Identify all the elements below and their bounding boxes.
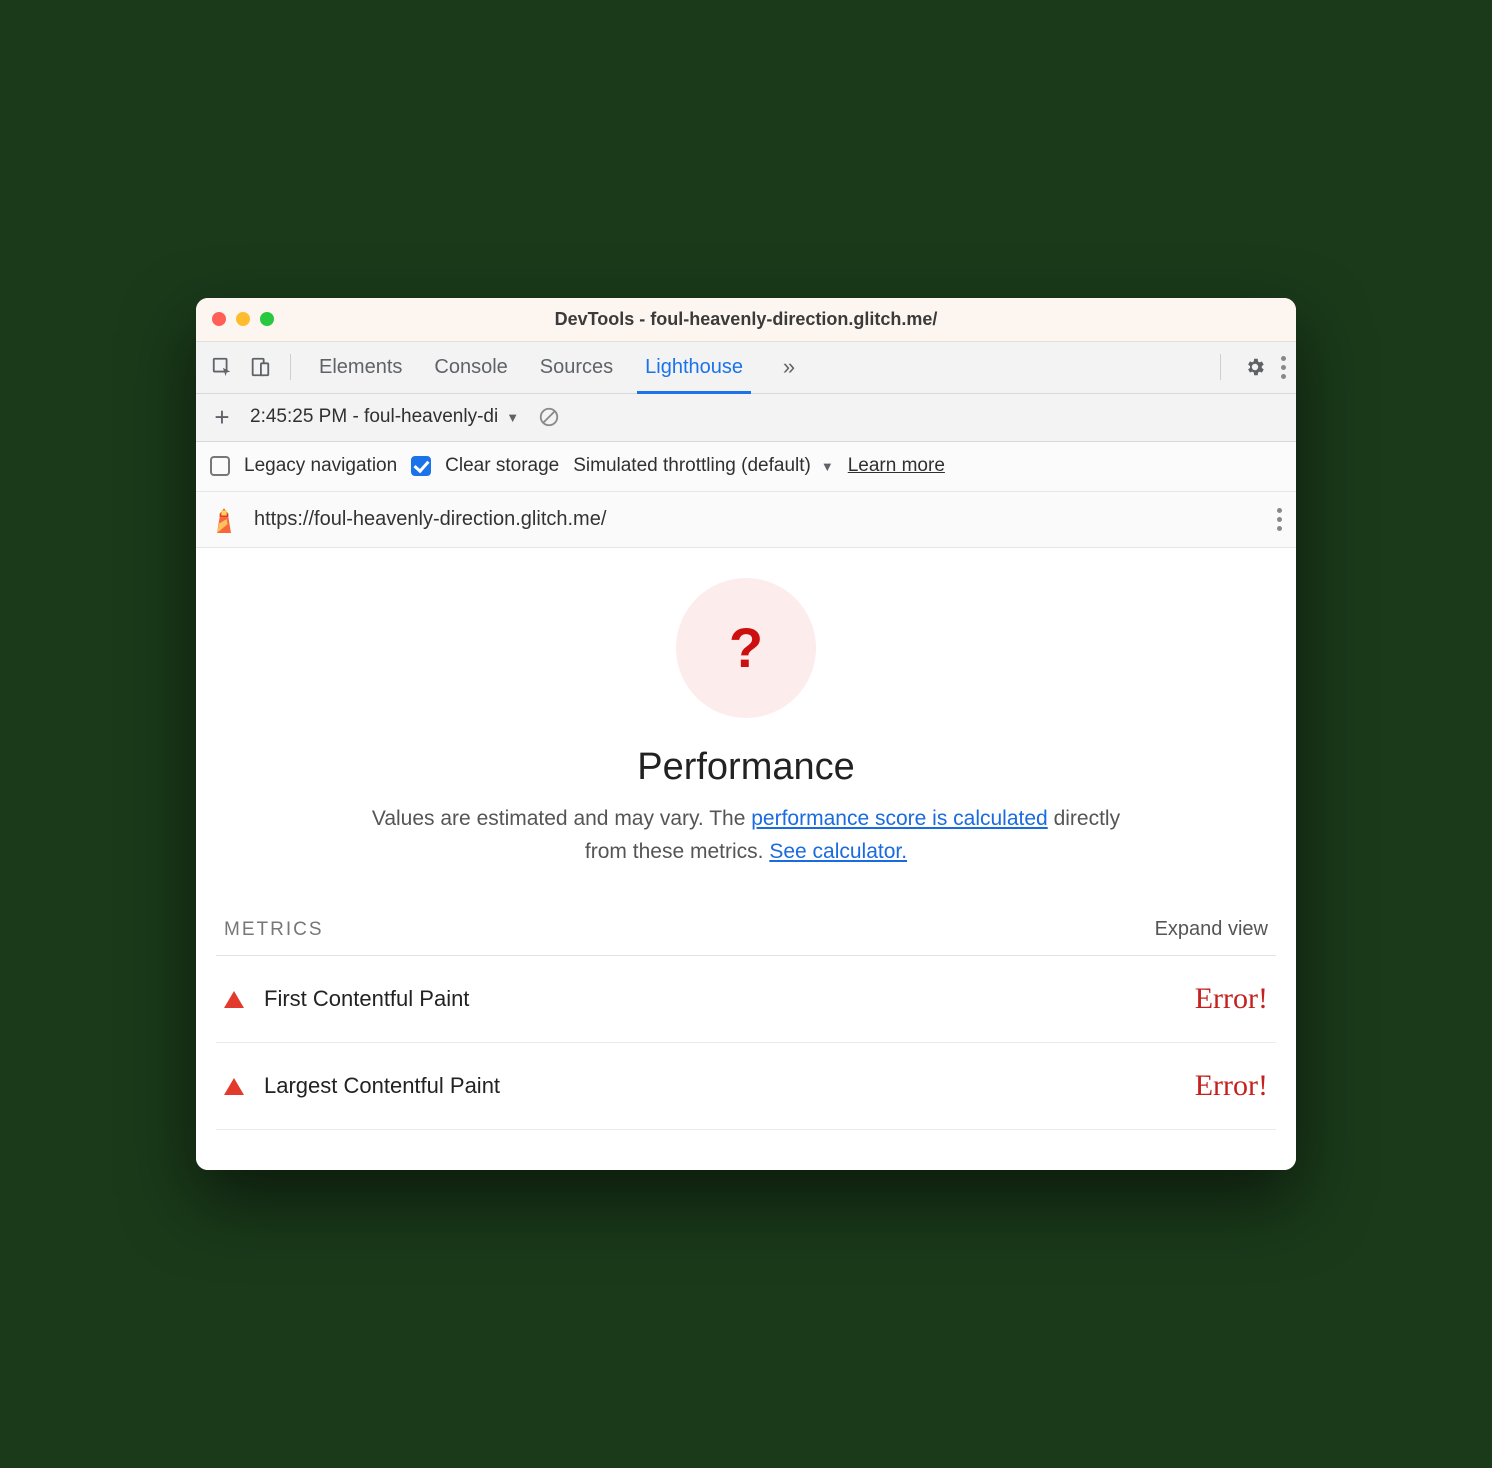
titlebar: DevTools - foul-heavenly-direction.glitc…: [196, 298, 1296, 342]
main-toolbar: Elements Console Sources Lighthouse »: [196, 342, 1296, 394]
panel-tabs: Elements Console Sources Lighthouse »: [317, 344, 1206, 391]
metric-row: First Contentful Paint Error!: [216, 956, 1276, 1043]
performance-score-gauge: ?: [676, 578, 816, 718]
traffic-lights: [196, 312, 274, 326]
more-icon[interactable]: [1281, 356, 1286, 379]
report-selector-label: 2:45:25 PM - foul-heavenly-di: [250, 406, 498, 428]
category-description: Values are estimated and may vary. The p…: [356, 803, 1136, 868]
performance-gauge-section: ? Performance Values are estimated and m…: [216, 578, 1276, 868]
toolbar-separator: [290, 354, 291, 380]
calculator-link[interactable]: See calculator.: [769, 840, 907, 863]
devtools-window: DevTools - foul-heavenly-direction.glitc…: [196, 298, 1296, 1170]
lighthouse-options-bar: Legacy navigation Clear storage Simulate…: [196, 442, 1296, 492]
lighthouse-subbar: + 2:45:25 PM - foul-heavenly-di ▼: [196, 394, 1296, 442]
new-report-button[interactable]: +: [208, 402, 236, 433]
legacy-navigation-label: Legacy navigation: [244, 455, 397, 477]
error-triangle-icon: [224, 991, 244, 1008]
desc-text: Values are estimated and may vary. The: [372, 807, 751, 830]
report-menu-icon[interactable]: [1277, 508, 1282, 531]
minimize-button[interactable]: [236, 312, 250, 326]
metric-value: Error!: [1195, 982, 1268, 1016]
gauge-symbol: ?: [729, 615, 763, 680]
metric-name: First Contentful Paint: [264, 986, 469, 1012]
throttling-selector[interactable]: Simulated throttling (default) ▼: [573, 455, 834, 477]
report-content: ? Performance Values are estimated and m…: [196, 548, 1296, 1170]
category-title: Performance: [637, 746, 855, 789]
metrics-heading: METRICS: [224, 919, 324, 941]
clear-icon[interactable]: [533, 401, 565, 433]
report-url-bar: https://foul-heavenly-direction.glitch.m…: [196, 492, 1296, 548]
toolbar-separator: [1220, 354, 1221, 380]
gear-icon[interactable]: [1239, 351, 1271, 383]
tab-console[interactable]: Console: [432, 344, 509, 391]
zoom-button[interactable]: [260, 312, 274, 326]
legacy-navigation-checkbox[interactable]: [210, 456, 230, 476]
lighthouse-icon: [210, 505, 238, 533]
tab-elements[interactable]: Elements: [317, 344, 404, 391]
report-url: https://foul-heavenly-direction.glitch.m…: [254, 508, 606, 531]
chevron-down-icon: ▼: [506, 410, 519, 425]
metrics-header: METRICS Expand view: [216, 918, 1276, 956]
throttling-label: Simulated throttling (default): [573, 455, 811, 477]
learn-more-link[interactable]: Learn more: [848, 455, 945, 477]
chevron-down-icon: ▼: [821, 459, 834, 474]
metric-name: Largest Contentful Paint: [264, 1073, 500, 1099]
tab-lighthouse[interactable]: Lighthouse: [643, 344, 745, 391]
metric-value: Error!: [1195, 1069, 1268, 1103]
overflow-tabs-icon[interactable]: »: [773, 351, 805, 383]
report-selector[interactable]: 2:45:25 PM - foul-heavenly-di ▼: [250, 406, 519, 428]
clear-storage-label: Clear storage: [445, 455, 559, 477]
tab-sources[interactable]: Sources: [538, 344, 615, 391]
perf-score-link[interactable]: performance score is calculated: [751, 807, 1047, 830]
expand-view-toggle[interactable]: Expand view: [1155, 918, 1268, 941]
inspect-icon[interactable]: [206, 351, 238, 383]
clear-storage-checkbox[interactable]: [411, 456, 431, 476]
close-button[interactable]: [212, 312, 226, 326]
window-title: DevTools - foul-heavenly-direction.glitc…: [196, 309, 1296, 330]
error-triangle-icon: [224, 1078, 244, 1095]
metric-row: Largest Contentful Paint Error!: [216, 1043, 1276, 1130]
device-toggle-icon[interactable]: [244, 351, 276, 383]
